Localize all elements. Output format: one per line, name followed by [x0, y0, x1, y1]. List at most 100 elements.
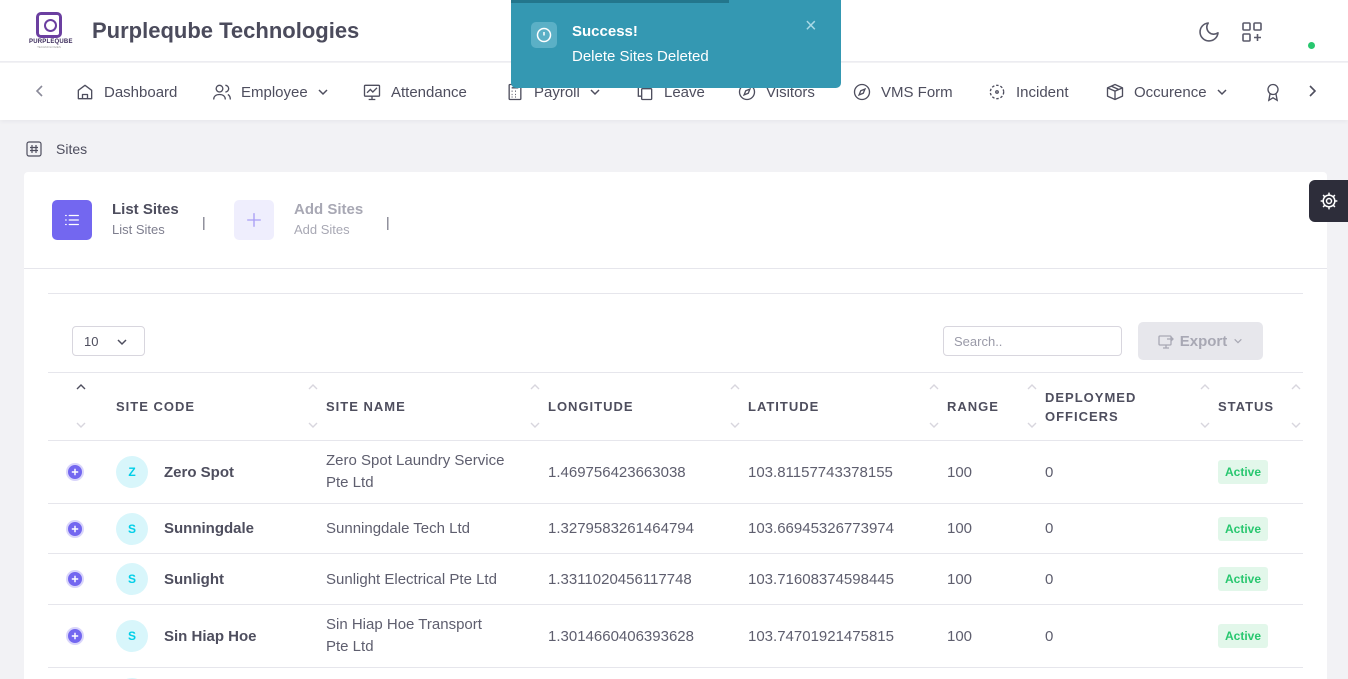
close-icon[interactable]: × — [805, 16, 817, 36]
page-length-value: 10 — [84, 334, 99, 349]
deployed-officers: 0 — [1045, 440, 1218, 504]
expand-row-icon[interactable] — [66, 463, 84, 481]
sort-icon — [530, 384, 540, 428]
avatar: S — [116, 620, 148, 652]
plus-icon — [247, 213, 261, 227]
status-badge: Active — [1218, 460, 1269, 484]
nav-item-employee[interactable]: Employee — [212, 81, 329, 103]
longitude: 1.469756423663038 — [548, 440, 748, 504]
latitude: 103.81157743378155 — [748, 440, 947, 504]
nav-item-attendance[interactable]: Attendance — [362, 81, 467, 103]
expand-row-icon[interactable] — [66, 570, 84, 588]
table-row[interactable]: S Sunningdale Sunningdale Tech Ltd 1.3279… — [48, 503, 1303, 554]
company-name: Purpleqube Technologies — [92, 18, 360, 43]
expand-row-icon[interactable] — [66, 519, 84, 538]
expand-row-icon[interactable] — [66, 627, 84, 645]
longitude: 1.3014660406393628 — [548, 604, 748, 668]
table-row[interactable]: S Sunlight Sunlight Electrical Pte Ltd 1.… — [48, 553, 1303, 605]
tab-add-sites-icon[interactable] — [234, 200, 274, 240]
chevron-down-icon — [117, 339, 127, 346]
alert-circle-icon — [531, 22, 557, 48]
nav-label: Employee — [241, 83, 308, 101]
site-code: Sunlight — [164, 570, 224, 588]
latitude: 103.66945326773974 — [748, 503, 947, 554]
nav-label: Incident — [1016, 83, 1069, 101]
site-code: Sin Hiap Hoe — [164, 627, 257, 645]
monitor-icon — [363, 84, 381, 101]
site-name: Sin Hiap Hoe Transport Pte Ltd — [326, 604, 548, 668]
column-header-site-name[interactable]: SITE NAME — [326, 372, 548, 441]
column-label: SITE CODE — [116, 399, 196, 414]
list-icon — [65, 214, 79, 226]
nav-item-occurence[interactable]: Occurence — [1105, 81, 1228, 103]
column-header-latitude[interactable]: LATITUDE — [748, 372, 947, 441]
status-badge: Active — [1218, 567, 1269, 591]
sort-icon — [308, 384, 318, 428]
export-button[interactable]: Export — [1138, 322, 1263, 360]
compass-icon — [853, 83, 871, 101]
logo-mark — [36, 12, 62, 38]
home-icon — [77, 84, 93, 100]
column-header-deployed-officers[interactable]: DEPLOYMED OFFICERS — [1045, 372, 1218, 441]
customizer-toggle[interactable] — [1309, 180, 1348, 222]
page-length-select[interactable]: 10 — [72, 326, 145, 356]
toast-title: Success! — [572, 23, 638, 40]
table-row[interactable]: Z Zero Spot Zero Spot Laundry Service Pte… — [48, 440, 1303, 504]
column-header-status[interactable]: STATUS — [1218, 372, 1303, 441]
column-label: RANGE — [947, 399, 999, 414]
latitude: 103.71608374598445 — [748, 553, 947, 605]
nav-label: VMS Form — [881, 83, 953, 101]
apps-grid-icon[interactable] — [1240, 20, 1264, 44]
toast-message: Delete Sites Deleted — [572, 48, 709, 65]
sites-card: List Sites List Sites | Add Sites Add Si… — [24, 172, 1327, 679]
moon-icon[interactable] — [1197, 20, 1221, 44]
nav-item-award[interactable] — [1263, 81, 1292, 103]
chevron-down-icon — [318, 89, 328, 96]
column-control-header[interactable] — [48, 372, 116, 441]
export-label: Export — [1179, 332, 1228, 350]
tab-list-sites-icon[interactable] — [52, 200, 92, 240]
crosshair-icon — [989, 84, 1005, 100]
package-icon — [1106, 83, 1124, 101]
site-name: Sunlight Electrical Pte Ltd — [326, 553, 548, 605]
table-row[interactable]: S Sin Hiap Hoe Sin Hiap Hoe Transport Pte… — [48, 604, 1303, 668]
search-input[interactable] — [943, 326, 1122, 356]
nav-scroll-right-icon[interactable] — [1302, 81, 1322, 101]
deployed-officers: 0 — [1045, 503, 1218, 554]
nav-label: Attendance — [391, 83, 467, 101]
column-label: LONGITUDE — [548, 399, 634, 414]
nav-scroll-left-icon[interactable] — [30, 81, 50, 101]
users-icon — [213, 84, 231, 100]
column-label: SITE NAME — [326, 399, 406, 414]
avatar: S — [116, 563, 148, 595]
company-logo[interactable]: PURPLEQUBE TECHNOLOGIES — [29, 12, 72, 52]
tab-add-sites-title[interactable]: Add Sites — [294, 201, 363, 218]
table-header-row: SITE CODE SITE NAME LONGITUDE LATITUDE R… — [48, 372, 1303, 441]
column-header-longitude[interactable]: LONGITUDE — [548, 372, 748, 441]
table-row[interactable] — [48, 667, 1303, 679]
avatar: Z — [116, 456, 148, 488]
nav-item-vms-form[interactable]: VMS Form — [852, 81, 953, 103]
deployed-officers: 0 — [1045, 604, 1218, 668]
sites-table-panel: 10 Export SITE CODE SITE N — [48, 293, 1303, 679]
breadcrumb: Sites — [26, 141, 87, 157]
gear-icon — [1320, 192, 1337, 210]
nav-item-dashboard[interactable]: Dashboard — [75, 81, 177, 103]
column-header-site-code[interactable]: SITE CODE — [116, 372, 326, 441]
sort-icon — [1027, 384, 1037, 428]
nav-label: Dashboard — [104, 83, 178, 101]
online-status-dot — [1308, 42, 1315, 49]
column-header-range[interactable]: RANGE — [947, 372, 1045, 441]
status-badge: Active — [1218, 624, 1269, 648]
sort-icon — [730, 384, 740, 428]
site-code: Zero Spot — [164, 463, 234, 481]
tab-add-sites-subtitle: Add Sites — [294, 222, 350, 237]
latitude: 103.74701921475815 — [748, 604, 947, 668]
site-name: Sunningdale Tech Ltd — [326, 503, 548, 554]
sort-icon — [1291, 384, 1301, 428]
range: 100 — [947, 503, 1045, 554]
column-label: STATUS — [1218, 399, 1275, 414]
nav-item-incident[interactable]: Incident — [987, 81, 1069, 103]
tab-list-sites-title[interactable]: List Sites — [112, 201, 179, 218]
range: 100 — [947, 553, 1045, 605]
